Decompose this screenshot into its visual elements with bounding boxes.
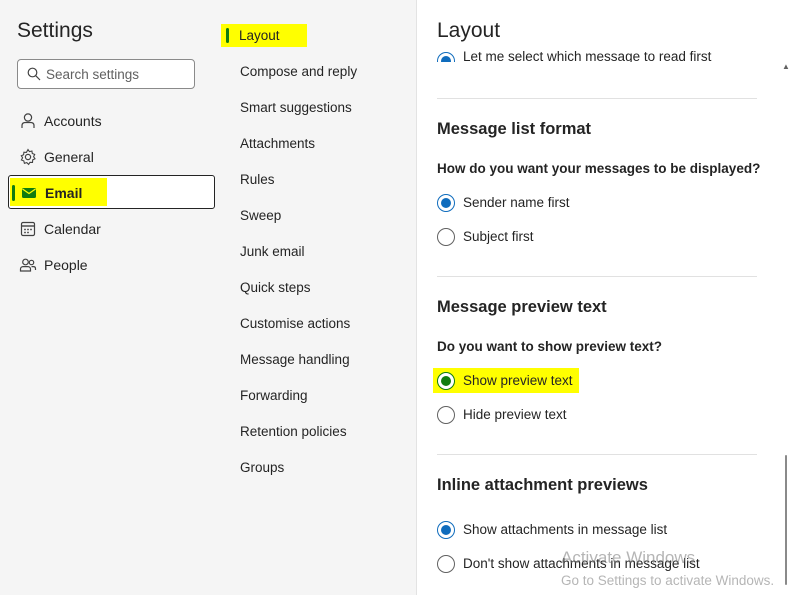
option-sender-name-first[interactable]: Sender name first — [437, 194, 757, 216]
option-label: Subject first — [463, 229, 534, 244]
scrollbar-thumb[interactable] — [785, 455, 787, 585]
radio-button[interactable] — [437, 372, 455, 390]
divider — [437, 276, 757, 277]
option-show-attachments[interactable]: Show attachments in message list — [437, 521, 757, 543]
question-text: How do you want your messages to be disp… — [437, 161, 761, 176]
nav-item-label: Email — [45, 185, 83, 201]
subnav-item-smart-suggestions[interactable]: Smart suggestions — [240, 100, 352, 115]
settings-title: Settings — [17, 19, 93, 42]
nav-item-label: Calendar — [44, 221, 101, 237]
option-label: Sender name first — [463, 195, 570, 210]
radio-button[interactable] — [437, 521, 455, 539]
subnav-item-attachments[interactable]: Attachments — [240, 136, 315, 151]
search-box[interactable] — [17, 59, 195, 89]
divider — [437, 98, 757, 99]
subnav-item-rules[interactable]: Rules — [240, 172, 275, 187]
option-show-preview-text[interactable]: Show preview text — [433, 368, 757, 394]
scroll-up-arrow-icon[interactable]: ▲ — [782, 62, 790, 72]
person-icon — [21, 113, 35, 128]
nav-item-accounts[interactable]: Accounts — [8, 104, 215, 138]
question-text: Do you want to show preview text? — [437, 339, 663, 354]
option-label: Hide preview text — [463, 407, 567, 422]
section-title-inline-attachment-previews: Inline attachment previews — [437, 476, 648, 494]
radio-button[interactable] — [437, 194, 455, 212]
selection-indicator — [12, 185, 15, 201]
subnav-item-retention-policies[interactable]: Retention policies — [240, 424, 347, 439]
nav-item-label: Accounts — [44, 113, 102, 129]
activate-windows-subtext: Go to Settings to activate Windows. — [561, 573, 775, 588]
nav-item-email[interactable]: Email — [8, 175, 215, 209]
email-subnav-pane: Compose and reply Smart suggestions Atta… — [217, 0, 417, 595]
divider — [437, 454, 757, 455]
radio-button[interactable] — [437, 555, 455, 573]
radio-button[interactable] — [437, 52, 455, 62]
option-label: Show preview text — [463, 373, 573, 388]
nav-item-label: General — [44, 149, 94, 165]
section-title-message-list-format: Message list format — [437, 120, 592, 138]
subnav-item-forwarding[interactable]: Forwarding — [240, 388, 308, 403]
nav-item-label: People — [44, 257, 88, 273]
subnav-item-groups[interactable]: Groups — [240, 460, 284, 475]
option-hide-preview-text[interactable]: Hide preview text — [437, 406, 757, 428]
pane-title: Layout — [437, 19, 501, 42]
people-icon — [19, 258, 37, 272]
subnav-item-message-handling[interactable]: Message handling — [240, 352, 350, 367]
scrollbar[interactable]: ▲ — [782, 62, 790, 595]
calendar-icon — [20, 221, 36, 237]
option-label: Let me select which message to read firs… — [463, 50, 712, 62]
search-input[interactable] — [46, 65, 186, 83]
radio-button[interactable] — [437, 228, 455, 246]
selection-indicator — [226, 28, 229, 43]
search-icon — [27, 67, 41, 81]
section-title-message-preview-text: Message preview text — [437, 298, 607, 316]
radio-button[interactable] — [437, 406, 455, 424]
subnav-item-customise-actions[interactable]: Customise actions — [240, 316, 350, 331]
subnav-item-layout[interactable]: Layout — [221, 24, 307, 47]
gear-icon — [20, 148, 36, 166]
activate-windows-watermark: Activate Windows — [561, 548, 696, 567]
layout-settings-pane: Layout Let me select which message to re… — [417, 0, 793, 595]
nav-item-general[interactable]: General — [8, 140, 215, 174]
mail-icon — [22, 188, 36, 198]
option-partially-visible[interactable]: Let me select which message to read firs… — [437, 50, 757, 62]
subnav-item-label: Layout — [239, 28, 280, 43]
subnav-item-quick-steps[interactable]: Quick steps — [240, 280, 311, 295]
option-label: Show attachments in message list — [463, 522, 668, 537]
subnav-item-compose-and-reply[interactable]: Compose and reply — [240, 64, 357, 79]
nav-item-calendar[interactable]: Calendar — [8, 212, 215, 246]
option-subject-first[interactable]: Subject first — [437, 228, 757, 250]
subnav-item-sweep[interactable]: Sweep — [240, 208, 281, 223]
subnav-item-junk-email[interactable]: Junk email — [240, 244, 305, 259]
settings-nav-pane: Settings Accounts General Email — [0, 0, 218, 595]
nav-item-people[interactable]: People — [8, 248, 215, 282]
